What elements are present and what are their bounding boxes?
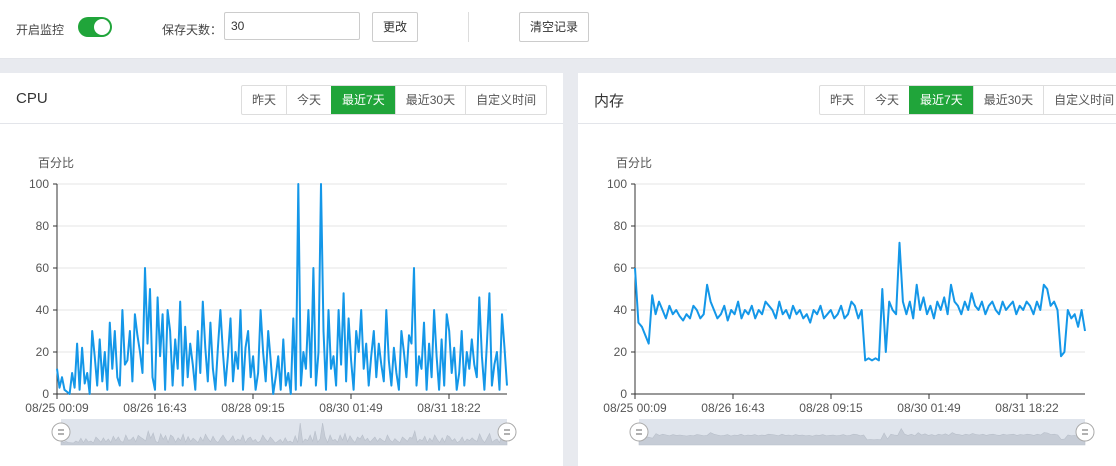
cpu-y-tick-label: 20 — [36, 345, 50, 359]
keep-days-label: 保存天数： — [162, 23, 223, 37]
monitor-toggle[interactable] — [78, 17, 112, 37]
cpu-y-axis-label: 百分比 — [38, 156, 74, 170]
cpu-x-tick-label: 08/28 09:15 — [221, 401, 285, 415]
memory-x-tick-label: 08/25 00:09 — [603, 401, 667, 415]
memory-y-axis-label: 百分比 — [616, 156, 652, 170]
memory-zoom-handle-right[interactable] — [1075, 422, 1095, 442]
memory-y-tick-label: 100 — [607, 177, 627, 191]
memory-x-tick-label: 08/30 01:49 — [897, 401, 961, 415]
memory-zoom-handle-left[interactable] — [629, 422, 649, 442]
memory-y-tick-label: 60 — [614, 261, 628, 275]
cpu-y-tick-label: 100 — [29, 177, 49, 191]
cpu-series-line — [56, 183, 508, 395]
divider — [468, 12, 469, 42]
cpu-zoom-handle-left[interactable] — [51, 422, 71, 442]
memory-x-tick-label: 08/26 16:43 — [701, 401, 765, 415]
memory-y-tick-label: 20 — [614, 345, 628, 359]
cpu-x-tick-label: 08/25 00:09 — [25, 401, 89, 415]
memory-series-line — [634, 241, 1086, 362]
change-button[interactable]: 更改 — [372, 12, 418, 42]
cpu-x-tick-label: 08/30 01:49 — [319, 401, 383, 415]
monitor-label: 开启监控 — [16, 23, 65, 37]
memory-y-tick-label: 80 — [614, 219, 628, 233]
memory-panel: 内存 昨天 今天 最近7天 最近30天 自定义时间 百分比 0 20 40 60 80 10… — [578, 73, 1116, 466]
cpu-zoom-handle-right[interactable] — [497, 422, 517, 442]
cpu-x-tick-label: 08/31 18:22 — [417, 401, 481, 415]
cpu-y-tick-label: 60 — [36, 261, 50, 275]
cpu-chart: 百分比 0 20 40 60 80 100 08/25 00:09 08/26 16:43 08/… — [25, 156, 517, 446]
memory-y-tick-label: 40 — [614, 303, 628, 317]
cpu-y-tick-label: 40 — [36, 303, 50, 317]
cpu-y-tick-label: 80 — [36, 219, 50, 233]
keep-days-input[interactable] — [224, 12, 360, 40]
cpu-panel: CPU 昨天 今天 最近7天 最近30天 自定义时间 百分比 0 20 40 60 80 1… — [0, 73, 563, 466]
memory-chart: 百分比 0 20 40 60 80 100 08/25 00:09 08/26 16:43 08/… — [603, 156, 1095, 446]
memory-x-tick-label: 08/31 18:22 — [995, 401, 1059, 415]
memory-x-tick-label: 08/28 09:15 — [799, 401, 863, 415]
cpu-y-tick-label: 0 — [42, 387, 49, 401]
memory-y-tick-label: 0 — [620, 387, 627, 401]
cpu-x-tick-label: 08/26 16:43 — [123, 401, 187, 415]
toolbar: 开启监控 保存天数： 更改 清空记录 — [0, 0, 1116, 59]
clear-records-button[interactable]: 清空记录 — [519, 12, 589, 42]
toggle-knob — [94, 19, 110, 35]
